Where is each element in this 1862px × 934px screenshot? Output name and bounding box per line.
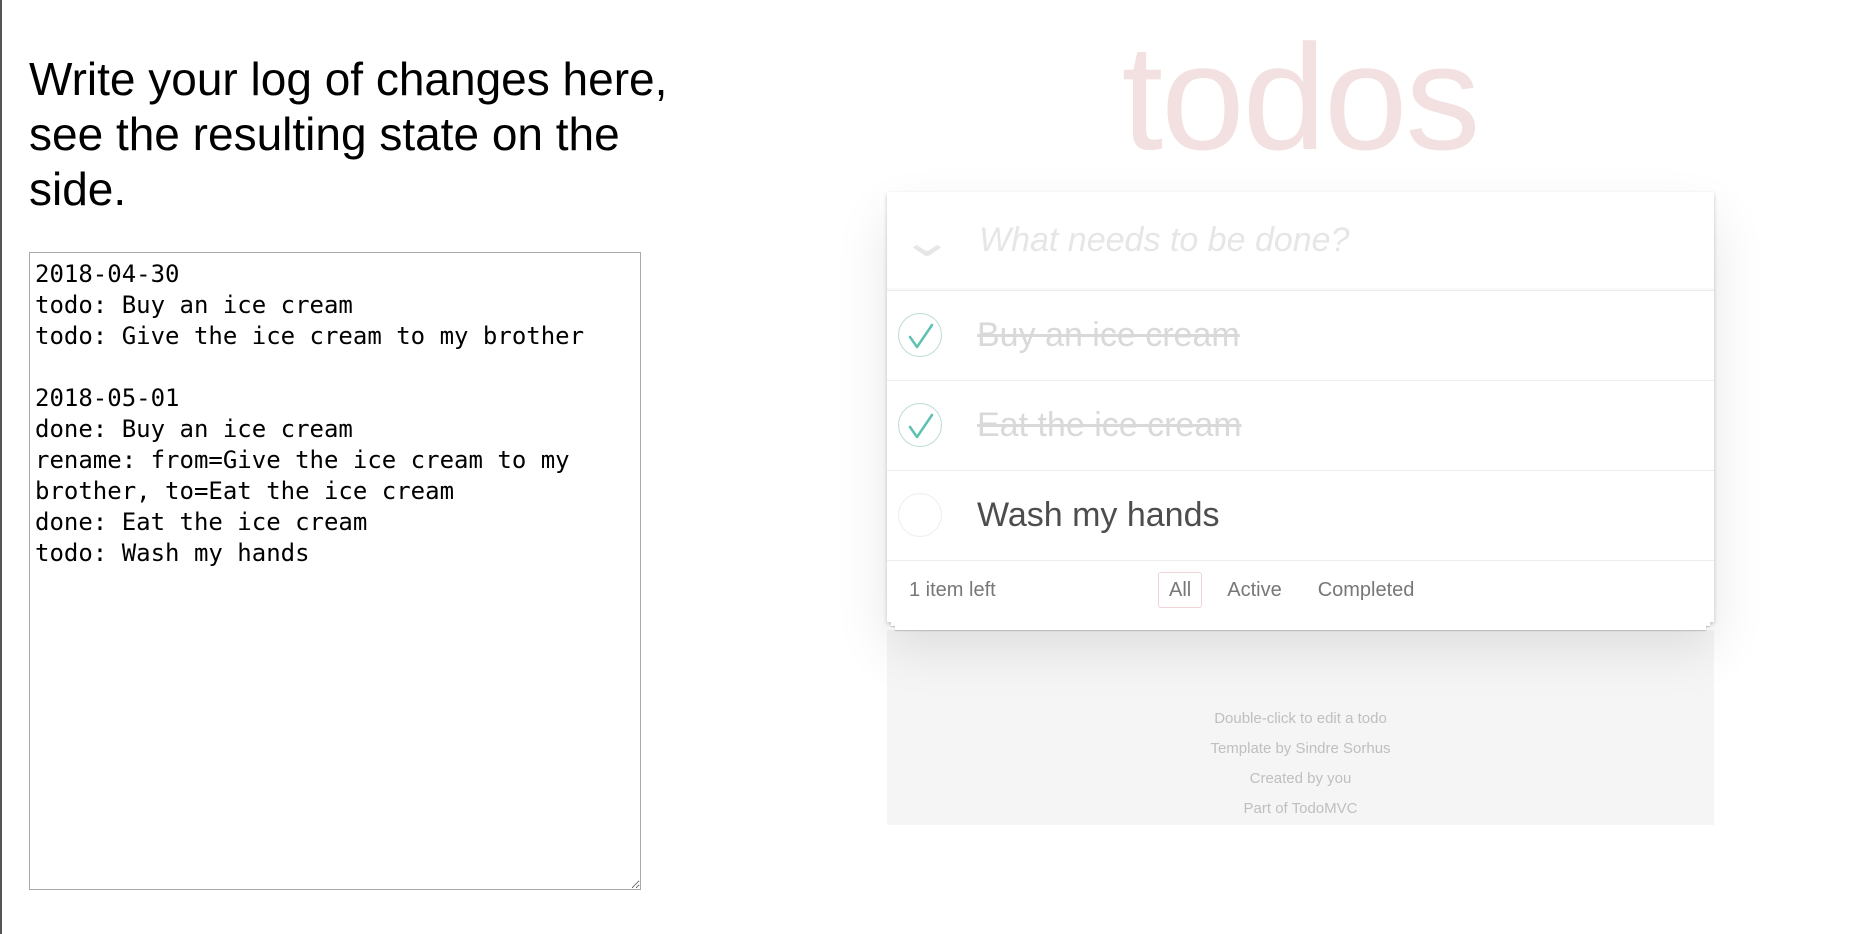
todo-label[interactable]: Eat the ice cream <box>977 403 1242 447</box>
info-line: Double-click to edit a todo <box>1214 710 1387 727</box>
log-textarea[interactable]: 2018-04-30 todo: Buy an ice cream todo: … <box>29 252 641 890</box>
filter-active[interactable]: Active <box>1216 572 1292 608</box>
checkmark-icon <box>908 323 934 349</box>
stack-layer <box>895 622 1706 630</box>
todo-item: Eat the ice cream <box>887 381 1714 471</box>
intro-text: Write your log of changes here, see the … <box>29 53 668 215</box>
todo-count: 1 item left <box>909 579 996 601</box>
info-line: Template by Sindre Sorhus <box>1210 740 1391 757</box>
new-todo-row: ⌄ <box>887 192 1714 291</box>
todo-footer: 1 item left All Active Completed <box>887 561 1714 622</box>
todo-label[interactable]: Wash my hands <box>977 493 1220 537</box>
info-line: Created by you <box>1249 770 1352 787</box>
info: Double-click to edit a todo Template by … <box>887 710 1714 830</box>
todo-item: Buy an ice cream <box>887 291 1714 381</box>
todo-toggle[interactable] <box>898 493 942 537</box>
left-border <box>0 0 2 934</box>
filter-completed[interactable]: Completed <box>1307 572 1426 608</box>
new-todo-input[interactable] <box>977 214 1681 266</box>
filter-all[interactable]: All <box>1158 572 1203 608</box>
todo-toggle[interactable] <box>898 313 942 357</box>
todo-toggle[interactable] <box>898 403 942 447</box>
chevron-down-icon[interactable]: ⌄ <box>897 220 957 264</box>
todo-label[interactable]: Buy an ice cream <box>977 313 1240 357</box>
todoapp: ⌄ Buy an ice cream Eat the ice cream Was… <box>887 192 1714 622</box>
checkmark-icon <box>908 413 934 439</box>
todo-item: Wash my hands <box>887 471 1714 561</box>
info-line: Part of TodoMVC <box>1243 800 1358 817</box>
filters: All Active Completed <box>1158 572 1439 608</box>
todoapp-title: todos <box>1121 13 1481 181</box>
